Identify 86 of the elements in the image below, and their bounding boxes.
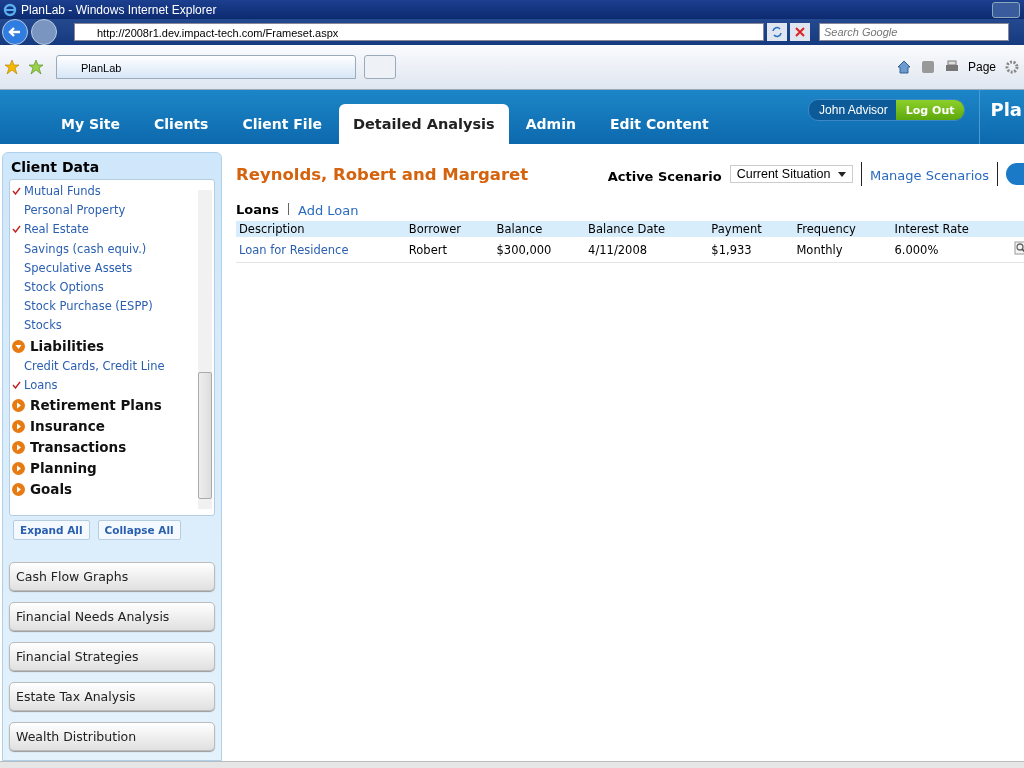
table-cell: Robert bbox=[405, 237, 494, 263]
add-favorite-icon[interactable] bbox=[28, 59, 44, 75]
tree-group[interactable]: Liabilities bbox=[10, 335, 196, 357]
tree-button[interactable]: Expand All bbox=[13, 520, 90, 540]
minimize-button[interactable] bbox=[992, 1, 1020, 18]
tree-item[interactable]: Stock Purchase (ESPP) bbox=[24, 299, 153, 314]
back-arrow-icon bbox=[8, 25, 22, 39]
column-header: Payment bbox=[708, 221, 794, 237]
stop-button[interactable] bbox=[790, 23, 810, 41]
nav-tab[interactable]: Detailed Analysis bbox=[338, 104, 509, 144]
client-name: Reynolds, Robert and Margaret bbox=[236, 164, 529, 184]
gear-icon[interactable] bbox=[1004, 59, 1020, 75]
close-icon bbox=[794, 26, 806, 38]
column-header: Interest Rate bbox=[891, 221, 1011, 237]
browser-tab[interactable]: PlanLab bbox=[56, 55, 356, 79]
manage-scenarios-link[interactable]: Manage Scenarios bbox=[869, 168, 989, 183]
group-label: Transactions bbox=[30, 439, 127, 456]
tree-group[interactable]: Retirement Plans bbox=[10, 394, 196, 416]
add-loan-link[interactable]: Add Loan bbox=[298, 203, 359, 218]
sidebar-button[interactable]: Financial Strategies bbox=[9, 642, 215, 671]
tree-group[interactable]: Planning bbox=[10, 457, 196, 479]
magnifier-icon[interactable] bbox=[1013, 241, 1024, 255]
search-field[interactable]: Search Google bbox=[819, 23, 1009, 41]
column-header: Description bbox=[236, 221, 406, 237]
sidebar-button[interactable]: Wealth Distribution bbox=[9, 722, 215, 751]
expander-icon[interactable] bbox=[12, 339, 25, 353]
scenario-dropdown[interactable]: Current Situation bbox=[729, 165, 853, 183]
expander-icon[interactable] bbox=[12, 482, 25, 496]
nav-tab[interactable]: Edit Content bbox=[592, 104, 726, 144]
refresh-button[interactable] bbox=[767, 23, 787, 41]
tree-item[interactable]: Real Estate bbox=[24, 222, 89, 237]
group-label: Goals bbox=[30, 481, 73, 498]
group-label: Insurance bbox=[30, 418, 105, 435]
column-header: Borrower bbox=[405, 221, 494, 237]
user-name: John Advisor bbox=[819, 103, 889, 117]
tree-group[interactable]: Goals bbox=[10, 478, 196, 500]
sidebar-button[interactable]: Estate Tax Analysis bbox=[9, 682, 215, 711]
refresh-icon bbox=[771, 26, 783, 38]
section-title: Loans bbox=[236, 201, 279, 217]
tree-item[interactable]: Savings (cash equiv.) bbox=[24, 241, 147, 256]
sidebar-button[interactable]: Cash Flow Graphs bbox=[9, 562, 215, 591]
group-label: Liabilities bbox=[30, 338, 105, 354]
nav-tab[interactable]: Client File bbox=[225, 104, 339, 144]
window-title: PlanLab - Windows Internet Explorer bbox=[21, 2, 218, 17]
tree-group[interactable]: Insurance bbox=[10, 415, 196, 437]
tree-button[interactable]: Collapse All bbox=[97, 520, 181, 540]
table-cell: Monthly bbox=[793, 237, 892, 263]
tree-item[interactable]: Personal Property bbox=[24, 203, 126, 218]
table-cell: $300,000 bbox=[493, 237, 586, 263]
tree-item[interactable]: Speculative Assets bbox=[24, 260, 133, 275]
nav-tab[interactable]: Admin bbox=[508, 104, 593, 144]
table-cell: 6.000% bbox=[891, 237, 1011, 263]
scrollbar[interactable] bbox=[198, 190, 212, 509]
home-icon[interactable] bbox=[895, 59, 912, 75]
table-cell: 4/11/2008 bbox=[585, 237, 709, 263]
loan-link[interactable]: Loan for Residence bbox=[236, 237, 406, 263]
forward-button[interactable] bbox=[31, 19, 57, 45]
tree-item[interactable]: Credit Cards, Credit Line bbox=[24, 358, 165, 373]
new-tab-button[interactable] bbox=[364, 55, 396, 79]
address-field[interactable]: http://2008r1.dev.impact-tech.com/Frameset.aspx bbox=[74, 23, 764, 41]
column-header: Frequency bbox=[793, 221, 892, 237]
star-icon[interactable] bbox=[4, 59, 20, 75]
table-cell: $1,933 bbox=[708, 237, 794, 263]
group-label: Planning bbox=[30, 460, 97, 477]
expander-icon[interactable] bbox=[12, 461, 25, 475]
browser-logo-icon bbox=[3, 2, 17, 17]
tree-item[interactable]: Stocks bbox=[24, 318, 62, 333]
tree-group[interactable]: Transactions bbox=[10, 436, 196, 458]
column-header: Balance Date bbox=[585, 221, 709, 237]
column-header: Balance bbox=[493, 221, 586, 237]
sidebar-button[interactable]: Financial Needs Analysis bbox=[9, 602, 215, 631]
nav-tab[interactable]: My Site bbox=[44, 104, 137, 144]
tree-item[interactable]: Loans bbox=[24, 377, 58, 392]
expander-icon[interactable] bbox=[12, 398, 25, 412]
back-button[interactable] bbox=[2, 19, 28, 45]
group-label: Retirement Plans bbox=[30, 397, 162, 414]
tree-item[interactable]: Stock Options bbox=[24, 279, 104, 294]
sidebar-title: Client Data bbox=[10, 158, 101, 177]
brand-name: Pla bbox=[979, 90, 1024, 144]
tree-item[interactable]: Mutual Funds bbox=[24, 184, 101, 199]
nav-tab[interactable]: Clients bbox=[137, 104, 226, 144]
scenario-label: Active Scenario bbox=[607, 168, 722, 184]
expander-icon[interactable] bbox=[12, 419, 25, 433]
caret-icon bbox=[837, 172, 846, 178]
page-menu[interactable]: Page bbox=[967, 60, 996, 74]
expander-icon[interactable] bbox=[12, 440, 25, 454]
